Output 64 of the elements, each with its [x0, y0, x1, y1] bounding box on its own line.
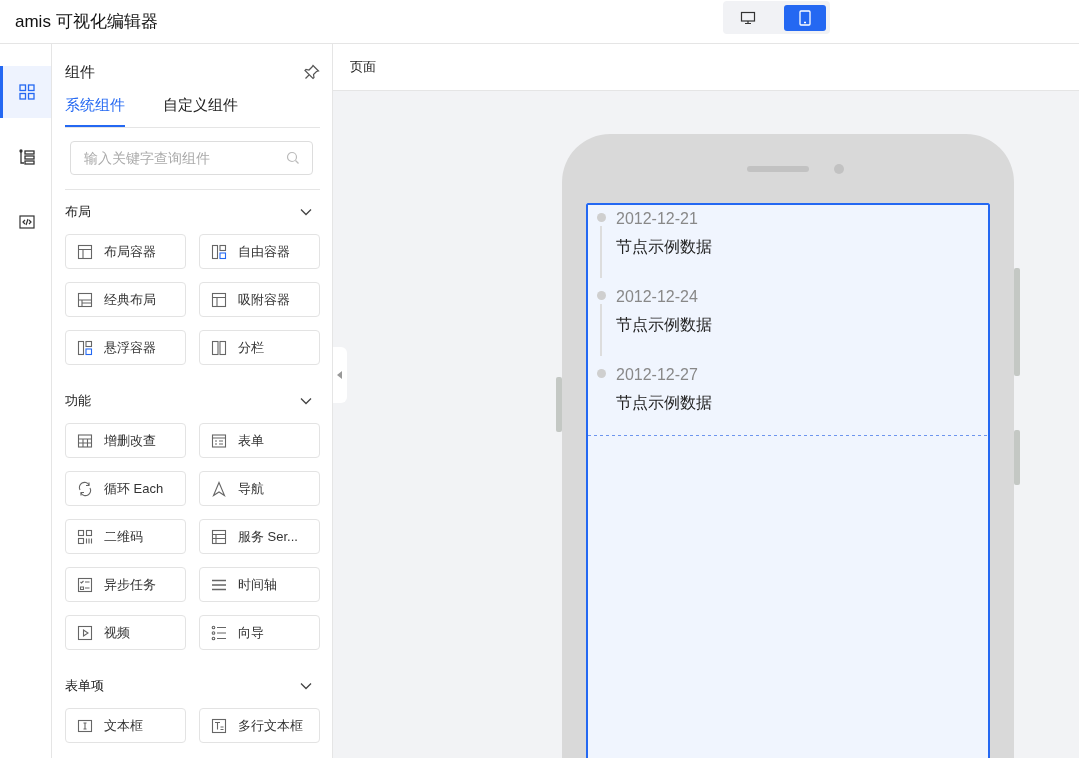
component-item[interactable]: 多行文本框	[199, 708, 320, 743]
monitor-icon	[740, 10, 757, 25]
timeline-component[interactable]: 2012-12-21 节点示例数据 2012-12-24 节点示例数据 2012-12-27 节点示例数据	[586, 203, 990, 758]
component-item[interactable]: 时间轴	[199, 567, 320, 602]
component-item[interactable]: 分栏	[199, 330, 320, 365]
breadcrumb: 页面	[350, 58, 376, 76]
loop-icon	[77, 480, 93, 497]
panel-title: 组件	[65, 62, 95, 82]
qr-code-icon	[77, 528, 93, 545]
timeline-dot	[596, 213, 606, 222]
chevron-icon[interactable]	[300, 208, 312, 216]
timeline-time: 2012-12-24	[616, 288, 699, 306]
timeline-time: 2012-12-21	[616, 210, 699, 228]
components-icon[interactable]	[0, 66, 51, 118]
component-item[interactable]: 异步任务	[65, 567, 186, 602]
component-item[interactable]: 布局容器	[65, 234, 186, 269]
play-icon	[77, 624, 93, 641]
component-item[interactable]: 悬浮容器	[65, 330, 186, 365]
layout-icon	[77, 291, 93, 308]
timeline-content: 节点示例数据	[616, 315, 712, 335]
timeline-content: 节点示例数据	[616, 393, 712, 413]
timeline-dot	[596, 369, 606, 378]
component-item[interactable]: 吸附容器	[199, 282, 320, 317]
form-icon	[211, 432, 227, 449]
timeline-content: 节点示例数据	[616, 237, 712, 257]
component-item[interactable]: 服务 Ser...	[199, 519, 320, 554]
panel-tab[interactable]: 系统组件	[65, 96, 125, 127]
panel-tab[interactable]: 自定义组件	[163, 96, 238, 127]
navigation-arrow-icon	[211, 480, 227, 497]
timeline-time: 2012-12-27	[616, 366, 699, 384]
component-item[interactable]: 自由容器	[199, 234, 320, 269]
collapse-handle[interactable]	[333, 347, 347, 403]
grid-icon	[211, 243, 227, 260]
text-input-icon	[77, 717, 93, 734]
layout-icon	[77, 243, 93, 260]
timeline-dot	[596, 291, 606, 300]
mobile-view-button[interactable]	[783, 4, 826, 31]
chevron-icon[interactable]	[300, 682, 312, 690]
component-item[interactable]: 表单	[199, 423, 320, 458]
component-item[interactable]: 视频	[65, 615, 186, 650]
grid-icon	[77, 339, 93, 356]
section-title: 布局	[65, 203, 91, 221]
component-item[interactable]: 文本框	[65, 708, 186, 743]
component-item[interactable]: 经典布局	[65, 282, 186, 317]
search-field[interactable]: 输入关键字查询组件	[70, 141, 313, 175]
component-item[interactable]: 导航	[199, 471, 320, 506]
section-title: 表单项	[65, 677, 104, 695]
component-item[interactable]: 增删改查	[65, 423, 186, 458]
text-icon	[211, 717, 227, 734]
chevron-icon[interactable]	[300, 397, 312, 405]
layout-icon	[211, 291, 227, 308]
search-icon	[286, 151, 300, 165]
pin-icon[interactable]	[304, 64, 320, 80]
component-item[interactable]: 向导	[199, 615, 320, 650]
checklist-icon	[77, 576, 93, 593]
section-title: 功能	[65, 392, 91, 410]
app-title: amis 可视化编辑器	[15, 11, 158, 33]
steps-icon	[211, 624, 227, 641]
mobile-icon	[798, 9, 811, 26]
table-icon	[77, 432, 93, 449]
list-icon	[211, 528, 227, 545]
component-item[interactable]: 二维码	[65, 519, 186, 554]
columns-icon	[211, 339, 227, 356]
component-item[interactable]: 循环 Each	[65, 471, 186, 506]
